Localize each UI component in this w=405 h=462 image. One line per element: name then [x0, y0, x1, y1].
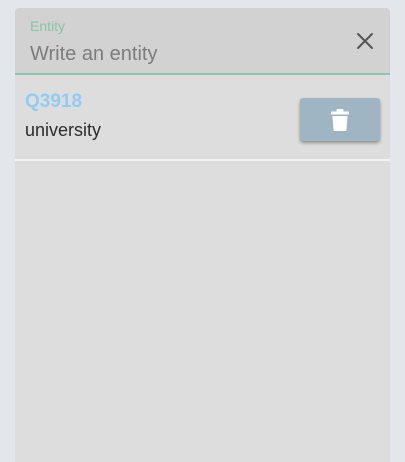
entity-field[interactable]: Entity	[15, 8, 390, 75]
delete-button[interactable]	[300, 98, 380, 141]
entity-panel: Entity Q3918 university	[15, 8, 390, 462]
clear-button[interactable]	[352, 28, 378, 54]
close-icon	[357, 33, 373, 49]
trash-icon	[331, 108, 349, 131]
entity-id-link[interactable]: Q3918	[25, 92, 82, 111]
entity-input[interactable]	[30, 41, 350, 67]
entity-description: university	[25, 120, 102, 140]
entity-field-label: Entity	[30, 18, 66, 34]
list-item: Q3918 university	[15, 75, 390, 161]
